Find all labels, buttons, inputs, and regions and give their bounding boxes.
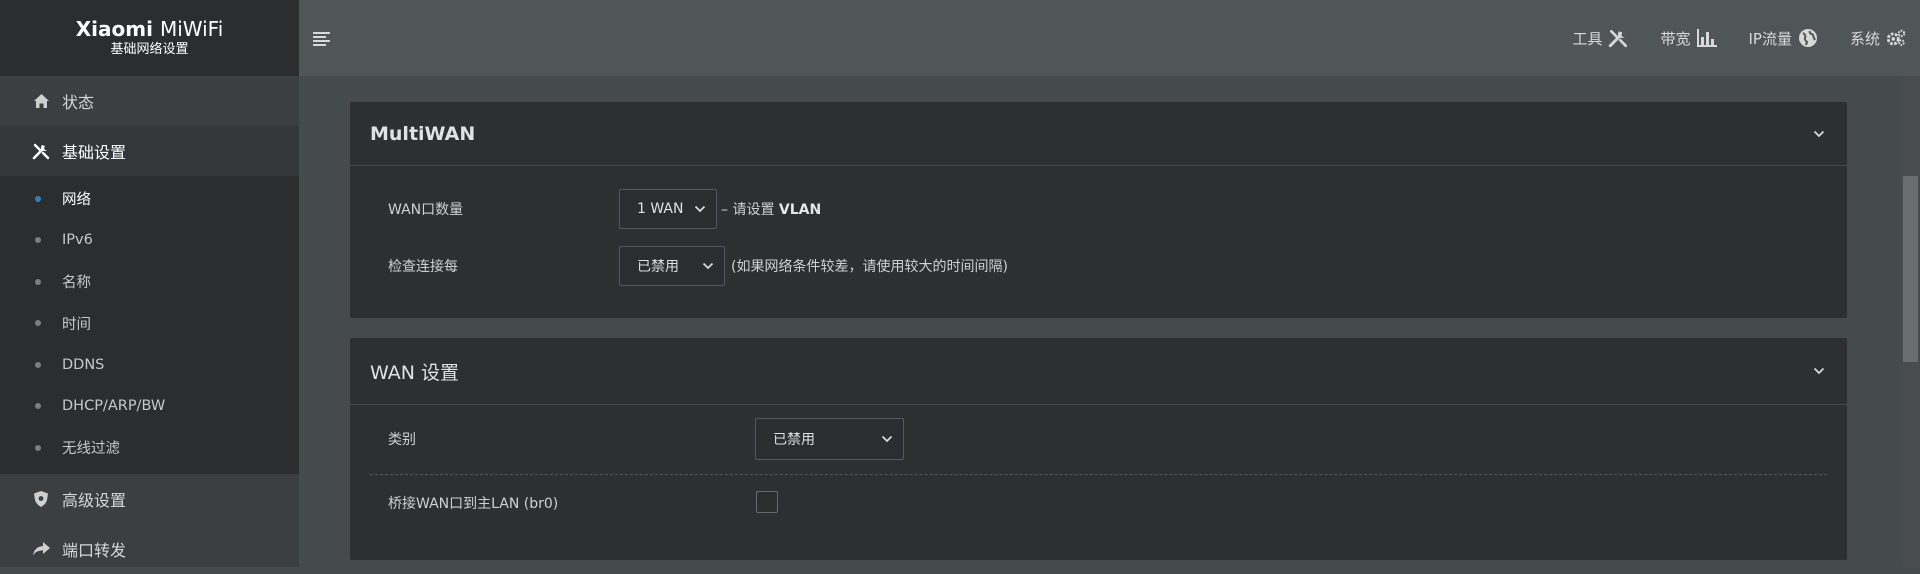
sub-item-label: DDNS [62, 356, 105, 373]
chevron-down-icon [694, 205, 706, 213]
sidebar: Xiaomi MiWiFi 基础网络设置 状态 基础设置 网络 IPv6 名称 … [0, 0, 299, 567]
sub-item-ipv6[interactable]: IPv6 [0, 220, 299, 262]
wan-type-row: 类别 已禁用 [350, 418, 1847, 460]
wan-count-row: WAN口数量 1 WAN – 请设置 VLAN [350, 189, 1847, 229]
nav-advanced-settings[interactable]: 高级设置 [0, 474, 299, 524]
wan-settings-panel-title: WAN 设置 [370, 361, 459, 384]
check-interval-row: 检查连接每 已禁用 (如果网络条件较差，请使用较大的时间间隔) [350, 246, 1847, 286]
check-interval-label: 检查连接每 [388, 259, 458, 275]
sub-item-network[interactable]: 网络 [0, 178, 299, 220]
check-interval-value: 已禁用 [637, 259, 679, 275]
chevron-down-icon [702, 262, 714, 270]
wan-count-label: WAN口数量 [388, 202, 464, 218]
nav-status[interactable]: 状态 [0, 76, 299, 126]
top-item-label: 工具 [1572, 29, 1603, 48]
brand-title: Xiaomi MiWiFi [76, 17, 224, 41]
sub-item-time[interactable]: 时间 [0, 303, 299, 345]
top-item-label: 带宽 [1660, 29, 1691, 48]
bridge-wan-label: 桥接WAN口到主LAN (br0) [388, 496, 559, 512]
top-item-system[interactable]: 系统 [1850, 28, 1906, 49]
brand-title-bold: Xiaomi [75, 17, 153, 41]
multiwan-panel-header[interactable]: MultiWAN [350, 102, 1847, 166]
chevron-down-icon[interactable] [1813, 130, 1825, 138]
bar-chart-icon [1696, 28, 1717, 48]
sub-item-label: 时间 [62, 316, 91, 333]
main-content: MultiWAN WAN口数量 1 WAN – 请设置 VLAN 检查连接每 已… [299, 76, 1920, 567]
tools-icon [1608, 28, 1628, 48]
home-icon [32, 92, 50, 110]
top-item-tools[interactable]: 工具 [1572, 28, 1628, 49]
bullet-icon [35, 320, 41, 327]
top-item-ip-traffic[interactable]: IP流量 [1749, 28, 1818, 49]
top-item-label: 系统 [1849, 29, 1880, 48]
sub-item-label: 网络 [62, 192, 91, 209]
bullet-icon [35, 278, 41, 285]
bridge-wan-row: 桥接WAN口到主LAN (br0) [350, 488, 1847, 518]
nav-basic-settings[interactable]: 基础设置 [0, 126, 299, 176]
top-item-bandwidth[interactable]: 带宽 [1660, 28, 1717, 49]
wan-type-label: 类别 [388, 432, 416, 448]
wan-count-value: 1 WAN [637, 201, 684, 217]
wan-count-hint-text: – 请设置 [721, 202, 779, 218]
bullet-icon [35, 444, 41, 451]
sub-item-label: DHCP/ARP/BW [62, 398, 166, 415]
sub-item-label: IPv6 [62, 232, 93, 249]
check-interval-hint: (如果网络条件较差，请使用较大的时间间隔) [731, 259, 1008, 275]
wan-settings-panel-header[interactable]: WAN 设置 [350, 338, 1847, 405]
brand-subtitle: 基础网络设置 [110, 42, 189, 57]
wan-count-select[interactable]: 1 WAN [619, 189, 717, 229]
chevron-down-icon [881, 435, 893, 443]
check-interval-select[interactable]: 已禁用 [619, 246, 725, 286]
bullet-icon [35, 361, 41, 368]
sub-item-dhcp[interactable]: DHCP/ARP/BW [0, 386, 299, 428]
brand: Xiaomi MiWiFi 基础网络设置 [0, 0, 299, 76]
gears-icon [1886, 28, 1906, 48]
globe-icon [1798, 28, 1818, 48]
sub-item-wireless-filter[interactable]: 无线过滤 [0, 427, 299, 469]
wan-type-select[interactable]: 已禁用 [755, 418, 904, 460]
scrollbar[interactable] [1901, 76, 1920, 567]
wan-settings-panel: WAN 设置 类别 已禁用 桥接WAN口到主LAN (br0) [349, 337, 1848, 561]
bridge-wan-checkbox[interactable] [756, 491, 778, 513]
sub-item-label: 无线过滤 [62, 441, 120, 458]
sub-item-name[interactable]: 名称 [0, 261, 299, 303]
nav-advanced-settings-label: 高级设置 [62, 490, 127, 510]
brand-title-light: MiWiFi [159, 17, 224, 41]
nav-status-label: 状态 [62, 93, 95, 112]
wan-count-hint: – 请设置 VLAN [721, 199, 821, 219]
nav-port-forwarding-label: 端口转发 [62, 540, 127, 560]
nav-basic-settings-label: 基础设置 [62, 143, 127, 162]
nav-port-forwarding[interactable]: 端口转发 [0, 524, 299, 574]
menu-toggle-icon[interactable] [313, 31, 331, 47]
multiwan-panel-title: MultiWAN [370, 122, 476, 145]
scrollbar-thumb[interactable] [1903, 176, 1918, 362]
vlan-link[interactable]: VLAN [779, 202, 821, 218]
sub-item-ddns[interactable]: DDNS [0, 344, 299, 386]
top-menu: 工具 带宽 IP流量 系统 [1540, 0, 1906, 76]
sub-item-label: 名称 [62, 275, 91, 292]
topbar: 工具 带宽 IP流量 系统 [299, 0, 1920, 76]
row-divider [370, 474, 1827, 475]
submenu: 网络 IPv6 名称 时间 DDNS DHCP/ARP/BW 无线过滤 [0, 176, 299, 474]
tools-icon [32, 142, 50, 160]
shield-icon [32, 490, 50, 508]
bullet-icon [35, 195, 41, 202]
wan-type-value: 已禁用 [773, 432, 815, 448]
multiwan-panel: MultiWAN WAN口数量 1 WAN – 请设置 VLAN 检查连接每 已… [349, 101, 1848, 319]
share-arrow-icon [32, 540, 50, 558]
chevron-down-icon[interactable] [1813, 367, 1825, 375]
top-item-label: IP流量 [1748, 29, 1792, 48]
bullet-icon [35, 237, 41, 244]
bullet-icon [35, 403, 41, 410]
